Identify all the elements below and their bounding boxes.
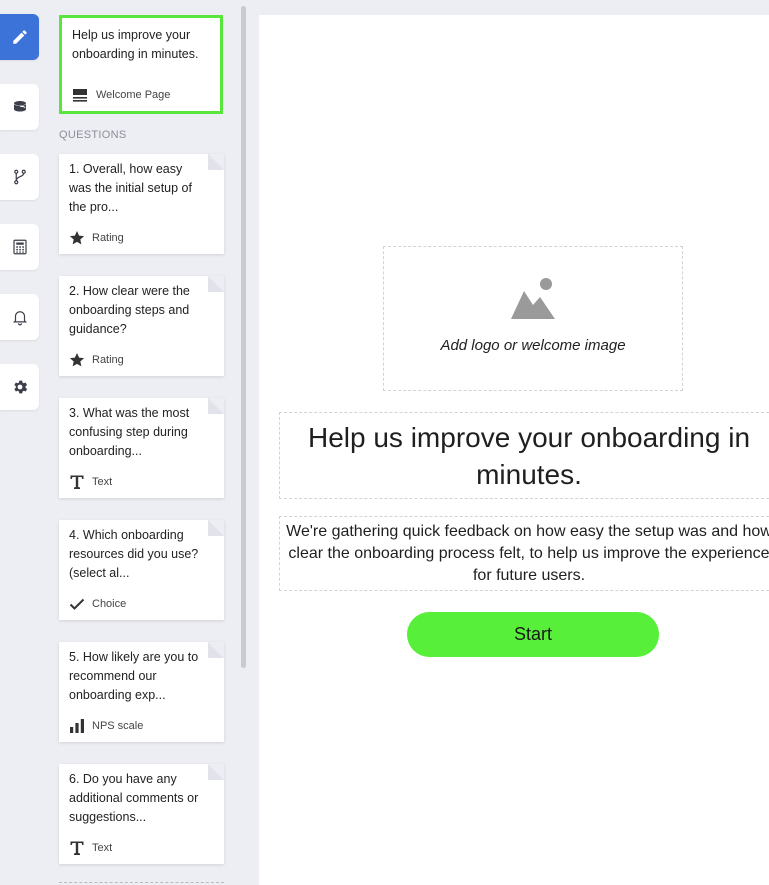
logo-upload-area[interactable]: Add logo or welcome image [383, 246, 683, 391]
question-card-5[interactable]: 5. How likely are you to recommend our o… [59, 642, 224, 742]
star-icon [69, 352, 85, 368]
question-card-1[interactable]: 1. Overall, how easy was the initial set… [59, 154, 224, 254]
questions-section-label: QUESTIONS [59, 129, 127, 141]
pencil-icon [12, 30, 27, 44]
sidebar-scrollbar[interactable] [240, 0, 248, 885]
question-title: 4. Which onboarding resources did you us… [69, 528, 199, 580]
settings-button[interactable] [0, 364, 39, 410]
calculator-icon [12, 239, 27, 255]
start-button[interactable]: Start [407, 612, 659, 657]
question-type: NPS scale [69, 718, 143, 734]
paint-bucket-icon [13, 101, 26, 112]
branch-icon [13, 169, 26, 185]
tool-rail [0, 0, 50, 885]
text-t-icon [69, 474, 85, 490]
checkmark-icon [69, 596, 85, 612]
calculator-button[interactable] [0, 224, 39, 270]
scrollbar-thumb[interactable] [241, 6, 246, 668]
question-type: Text [69, 840, 112, 856]
welcome-card-type: Welcome Page [72, 87, 170, 103]
welcome-page-card[interactable]: Help us improve your onboarding in minut… [59, 15, 223, 114]
welcome-description[interactable]: We're gathering quick feedback on how ea… [279, 516, 769, 591]
logic-button[interactable] [0, 154, 39, 200]
welcome-card-title: Help us improve your onboarding in minut… [72, 28, 199, 61]
question-card-3[interactable]: 3. What was the most confusing step duri… [59, 398, 224, 498]
question-card-6[interactable]: 6. Do you have any additional comments o… [59, 764, 224, 864]
question-type: Choice [69, 596, 126, 612]
bell-icon [12, 311, 27, 326]
question-type-label: Choice [92, 598, 127, 610]
question-type: Rating [69, 230, 124, 246]
question-title: 2. How clear were the onboarding steps a… [69, 284, 190, 336]
add-question-dropzone[interactable] [59, 882, 224, 883]
question-type-label: Text [92, 842, 113, 854]
bar-chart-icon [69, 718, 85, 734]
text-t-icon [69, 840, 85, 856]
gear-icon [13, 380, 27, 394]
question-title: 3. What was the most confusing step duri… [69, 406, 190, 458]
welcome-heading[interactable]: Help us improve your onboarding in minut… [279, 412, 769, 499]
question-type-label: Rating [92, 232, 124, 244]
image-caption: Add logo or welcome image [440, 337, 626, 354]
welcome-page-icon [72, 87, 88, 103]
theme-button[interactable] [0, 84, 39, 130]
notifications-button[interactable] [0, 294, 39, 340]
question-card-4[interactable]: 4. Which onboarding resources did you us… [59, 520, 224, 620]
welcome-card-type-label: Welcome Page [96, 89, 171, 101]
question-title: 6. Do you have any additional comments o… [69, 772, 199, 824]
question-type: Text [69, 474, 112, 490]
question-title: 1. Overall, how easy was the initial set… [69, 162, 192, 214]
question-type: Rating [69, 352, 124, 368]
question-title: 5. How likely are you to recommend our o… [69, 650, 199, 702]
question-card-2[interactable]: 2. How clear were the onboarding steps a… [59, 276, 224, 376]
question-type-label: Rating [92, 354, 124, 366]
edit-button[interactable] [0, 14, 39, 60]
image-placeholder-icon [511, 278, 555, 319]
star-icon [69, 230, 85, 246]
welcome-page-preview: Add logo or welcome image Help us improv… [259, 15, 769, 885]
question-type-label: Text [92, 476, 113, 488]
question-type-label: NPS scale [92, 720, 144, 732]
question-sidebar: Help us improve your onboarding in minut… [50, 0, 240, 885]
